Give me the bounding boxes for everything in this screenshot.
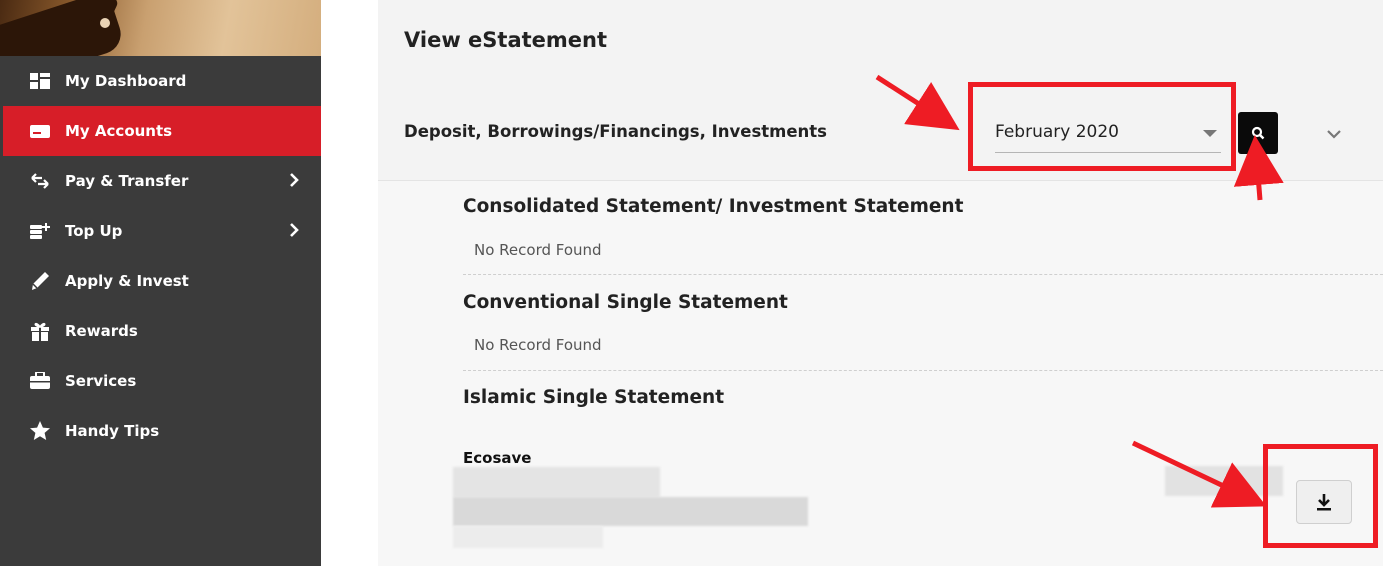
gift-icon (29, 321, 51, 341)
briefcase-icon (29, 371, 51, 391)
sidebar-menu: My Dashboard My Accounts Pay & Transfer … (3, 56, 321, 456)
page-header: View eStatement (378, 0, 1383, 93)
page-title: View eStatement (404, 28, 608, 52)
sidebar-item-label: Services (65, 372, 137, 390)
sidebar-item-my-dashboard[interactable]: My Dashboard (3, 56, 321, 106)
sidebar-item-label: Pay & Transfer (65, 172, 189, 190)
transfer-icon (29, 171, 51, 191)
sidebar-item-services[interactable]: Services (3, 356, 321, 406)
sidebar-item-label: Rewards (65, 322, 138, 340)
section-title-islamic: Islamic Single Statement (463, 387, 725, 408)
search-icon (1251, 126, 1265, 140)
account-name: Ecosave (463, 449, 532, 467)
redacted-account-number (453, 467, 660, 497)
sidebar-item-handy-tips[interactable]: Handy Tips (3, 406, 321, 456)
chevron-down-icon[interactable] (1325, 125, 1343, 143)
highlight-box-download (1263, 444, 1378, 548)
sidebar-item-label: Top Up (65, 222, 123, 240)
search-button[interactable] (1238, 112, 1278, 154)
sidebar-item-label: My Dashboard (65, 72, 187, 90)
sidebar-item-apply-invest[interactable]: Apply & Invest (3, 256, 321, 306)
sidebar: My Dashboard My Accounts Pay & Transfer … (0, 0, 321, 566)
statement-category-label: Deposit, Borrowings/Financings, Investme… (404, 122, 827, 141)
sidebar-item-pay-transfer[interactable]: Pay & Transfer (3, 156, 321, 206)
sidebar-item-label: Apply & Invest (65, 272, 189, 290)
sidebar-item-top-up[interactable]: Top Up (3, 206, 321, 256)
sidebar-item-rewards[interactable]: Rewards (3, 306, 321, 356)
chevron-right-icon (290, 223, 299, 237)
section-title-conventional: Conventional Single Statement (463, 292, 788, 313)
sidebar-item-label: My Accounts (65, 122, 173, 140)
no-record-text: No Record Found (474, 241, 602, 259)
sidebar-item-my-accounts[interactable]: My Accounts (3, 106, 321, 156)
section-divider (463, 370, 1383, 371)
dashboard-icon (29, 71, 51, 91)
star-icon (29, 421, 51, 441)
redacted-account-extra (453, 526, 603, 548)
top-up-icon (29, 221, 51, 241)
section-divider (463, 274, 1383, 275)
redacted-account-details (453, 497, 808, 526)
accounts-icon (29, 121, 51, 141)
pen-icon (29, 271, 51, 291)
section-title-consolidated: Consolidated Statement/ Investment State… (463, 196, 964, 217)
sidebar-item-label: Handy Tips (65, 422, 160, 440)
no-record-text: No Record Found (474, 336, 602, 354)
sidebar-banner-image (0, 0, 321, 56)
highlight-box-month-select (968, 82, 1236, 171)
chevron-right-icon (290, 173, 299, 187)
